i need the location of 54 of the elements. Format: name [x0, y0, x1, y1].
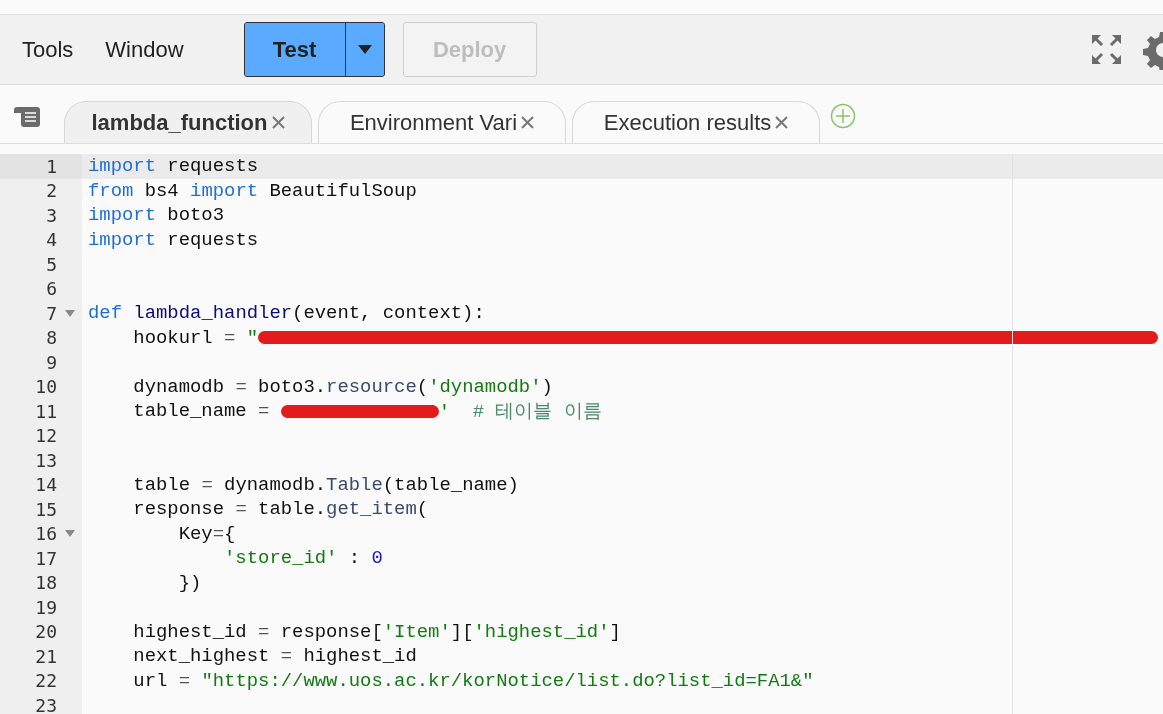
code-text: 'store_id' : 0 [223, 547, 383, 570]
editor-tab[interactable]: lambda_function [64, 101, 312, 143]
code-text: import requests [88, 228, 259, 251]
line-number: 23 [34, 694, 57, 714]
line-number: 2 [45, 180, 57, 202]
line-number: 12 [34, 425, 57, 447]
file-list-icon[interactable] [14, 107, 40, 127]
line-number: 5 [45, 253, 57, 275]
code-text: response = table.get_item( [132, 498, 429, 521]
line-number: 11 [34, 400, 57, 422]
line-number: 17 [34, 547, 57, 569]
line-number: 9 [45, 351, 57, 373]
line-number: 21 [34, 645, 57, 667]
line-number: 3 [45, 204, 57, 226]
line-number: 22 [34, 670, 57, 692]
line-number: 18 [34, 572, 57, 594]
close-icon[interactable] [271, 116, 285, 129]
code-text: dynamodb = boto3.resource('dynamodb') [132, 375, 553, 398]
code-text: ' # 테이블 이름 [438, 400, 602, 425]
line-number: 8 [45, 327, 57, 349]
code-text: import boto3 [88, 204, 225, 227]
close-icon[interactable] [521, 116, 535, 129]
code-text: hookurl = " [132, 326, 259, 349]
fold-arrow-icon[interactable] [65, 309, 75, 317]
line-number: 6 [45, 278, 57, 300]
code-text: from bs4 import BeautifulSoup [88, 179, 417, 202]
line-number: 20 [34, 621, 57, 643]
menu-item[interactable]: Window [105, 36, 184, 63]
fullscreen-icon[interactable] [1092, 35, 1121, 64]
code-text: table_name = [132, 400, 271, 423]
code-text: url = "https://www.uos.ac.kr/korNotice/list.do?list_id=FA1&" [132, 669, 814, 692]
fold-arrow-icon[interactable] [65, 530, 75, 538]
code-text: import requests [88, 155, 259, 178]
code-text: table = dynamodb.Table(table_name) [132, 473, 519, 496]
code-text: highest_id = response['Item']['highest_id'] [132, 620, 621, 643]
test-button[interactable]: Test [244, 23, 346, 76]
line-number: 13 [34, 449, 57, 471]
line-number: 19 [34, 596, 57, 618]
line-number: 14 [34, 474, 57, 496]
editor-tab[interactable]: Execution results [572, 101, 820, 143]
line-number: 4 [45, 229, 57, 251]
code-text: }) [177, 571, 202, 594]
menu-item[interactable]: Tools [22, 36, 74, 63]
editor-tab[interactable]: Environment Vari [318, 101, 566, 143]
close-icon[interactable] [775, 116, 789, 129]
code-text: def lambda_handler(event, context): [88, 302, 485, 325]
line-number: 7 [45, 302, 57, 324]
caret-icon [357, 45, 372, 54]
line-number: 1 [45, 155, 57, 177]
code-text: Key={ [177, 522, 236, 545]
line-number: 15 [34, 498, 57, 520]
line-number: 10 [34, 376, 57, 398]
line-number: 16 [34, 523, 57, 545]
code-text: next_highest = highest_id [132, 645, 417, 668]
